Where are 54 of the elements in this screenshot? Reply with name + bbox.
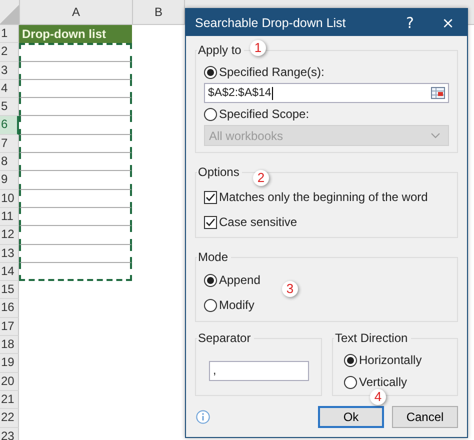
row-header[interactable]: 22: [0, 409, 19, 428]
window-title: Searchable Drop-down List: [195, 16, 347, 30]
step-marker: 4: [370, 389, 386, 405]
group-title: Apply to: [197, 43, 244, 57]
row-header[interactable]: 15: [0, 281, 19, 300]
info-icon[interactable]: [196, 410, 210, 424]
cancel-button[interactable]: Cancel: [392, 406, 458, 428]
row-header[interactable]: 1: [0, 25, 19, 44]
select-all-corner[interactable]: [0, 0, 20, 24]
row-header[interactable]: 18: [0, 336, 19, 354]
checkmark-icon: [205, 192, 216, 202]
range-input-field[interactable]: $A$2:$A$14: [204, 83, 449, 103]
separator-input-field[interactable]: ,: [209, 361, 309, 381]
radio-button[interactable]: Specified Range(s):: [204, 65, 324, 79]
row-header[interactable]: 2: [0, 43, 19, 62]
checkbox[interactable]: Matches only the beginning of the word: [204, 190, 428, 204]
row-header[interactable]: 19: [0, 354, 19, 373]
row-header[interactable]: 21: [0, 390, 19, 410]
row-header[interactable]: 6: [0, 116, 19, 135]
group-title: Text Direction: [334, 331, 411, 345]
row-header[interactable]: 8: [0, 153, 19, 172]
row-header[interactable]: 16: [0, 299, 19, 318]
row-header[interactable]: 5: [0, 98, 19, 116]
ok-button[interactable]: Ok: [318, 406, 384, 428]
close-button[interactable]: ×: [429, 9, 467, 36]
row-header[interactable]: 23: [0, 428, 19, 440]
step-marker: 3: [282, 281, 298, 297]
help-button[interactable]: ?: [391, 9, 429, 36]
row-header[interactable]: 3: [0, 62, 19, 80]
row-header[interactable]: 4: [0, 80, 19, 98]
step-marker: 1: [250, 40, 266, 56]
checkmark-icon: [205, 216, 216, 228]
table-cell: Drop-down list: [19, 25, 132, 44]
row-header[interactable]: 7: [0, 134, 19, 154]
row-header[interactable]: 20: [0, 372, 19, 391]
row-header[interactable]: 10: [0, 190, 19, 208]
group-title: Mode: [197, 250, 232, 264]
caret-icon: [431, 132, 440, 138]
range-select-icon[interactable]: [431, 87, 445, 99]
row-header[interactable]: 13: [0, 244, 19, 263]
group-title: Separator: [197, 331, 254, 345]
row-header[interactable]: 9: [0, 171, 19, 190]
radio-button[interactable]: Modify: [204, 298, 254, 312]
step-marker: 2: [253, 170, 269, 186]
row-header[interactable]: 12: [0, 226, 19, 245]
column-header[interactable]: A: [20, 0, 133, 24]
row-header[interactable]: 14: [0, 262, 19, 282]
row-header[interactable]: 11: [0, 208, 19, 226]
checkbox[interactable]: Case sensitive: [204, 215, 298, 229]
row-header[interactable]: 17: [0, 318, 19, 336]
group-title: Options: [197, 165, 242, 179]
radio-button[interactable]: Vertically: [344, 375, 408, 389]
radio-button[interactable]: Append: [204, 273, 260, 287]
radio-button[interactable]: Horizontally: [344, 353, 422, 367]
